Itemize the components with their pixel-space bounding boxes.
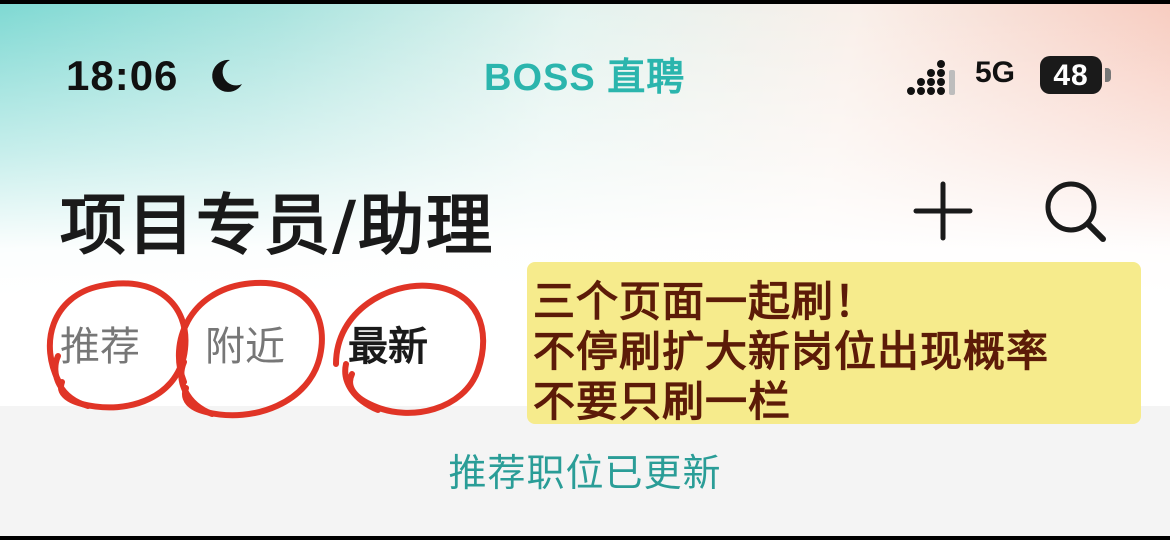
battery-level: 48	[1053, 59, 1089, 92]
update-banner: 推荐职位已更新	[448, 451, 722, 495]
signal-icon	[907, 60, 955, 95]
status-time: 18:06	[66, 52, 179, 99]
plus-icon[interactable]	[912, 180, 974, 242]
job-search-title[interactable]: 项目专员/助理	[60, 172, 494, 268]
battery-cap	[1105, 68, 1111, 82]
moon-icon	[212, 59, 242, 92]
search-icon[interactable]	[1040, 176, 1110, 246]
annotation-line-3: 不要只刷一栏	[533, 377, 792, 426]
tab-nearby[interactable]: 附近	[205, 314, 285, 372]
tab-recommend[interactable]: 推荐	[60, 314, 140, 372]
network-label: 5G	[975, 56, 1016, 89]
tab-latest[interactable]: 最新	[348, 314, 428, 372]
app-title: BOSS 直聘	[484, 57, 686, 99]
app-screen: 18:06 BOSS 直聘 5G 48 项目专员/助理 推荐职位已更新 推荐 附…	[0, 4, 1170, 536]
